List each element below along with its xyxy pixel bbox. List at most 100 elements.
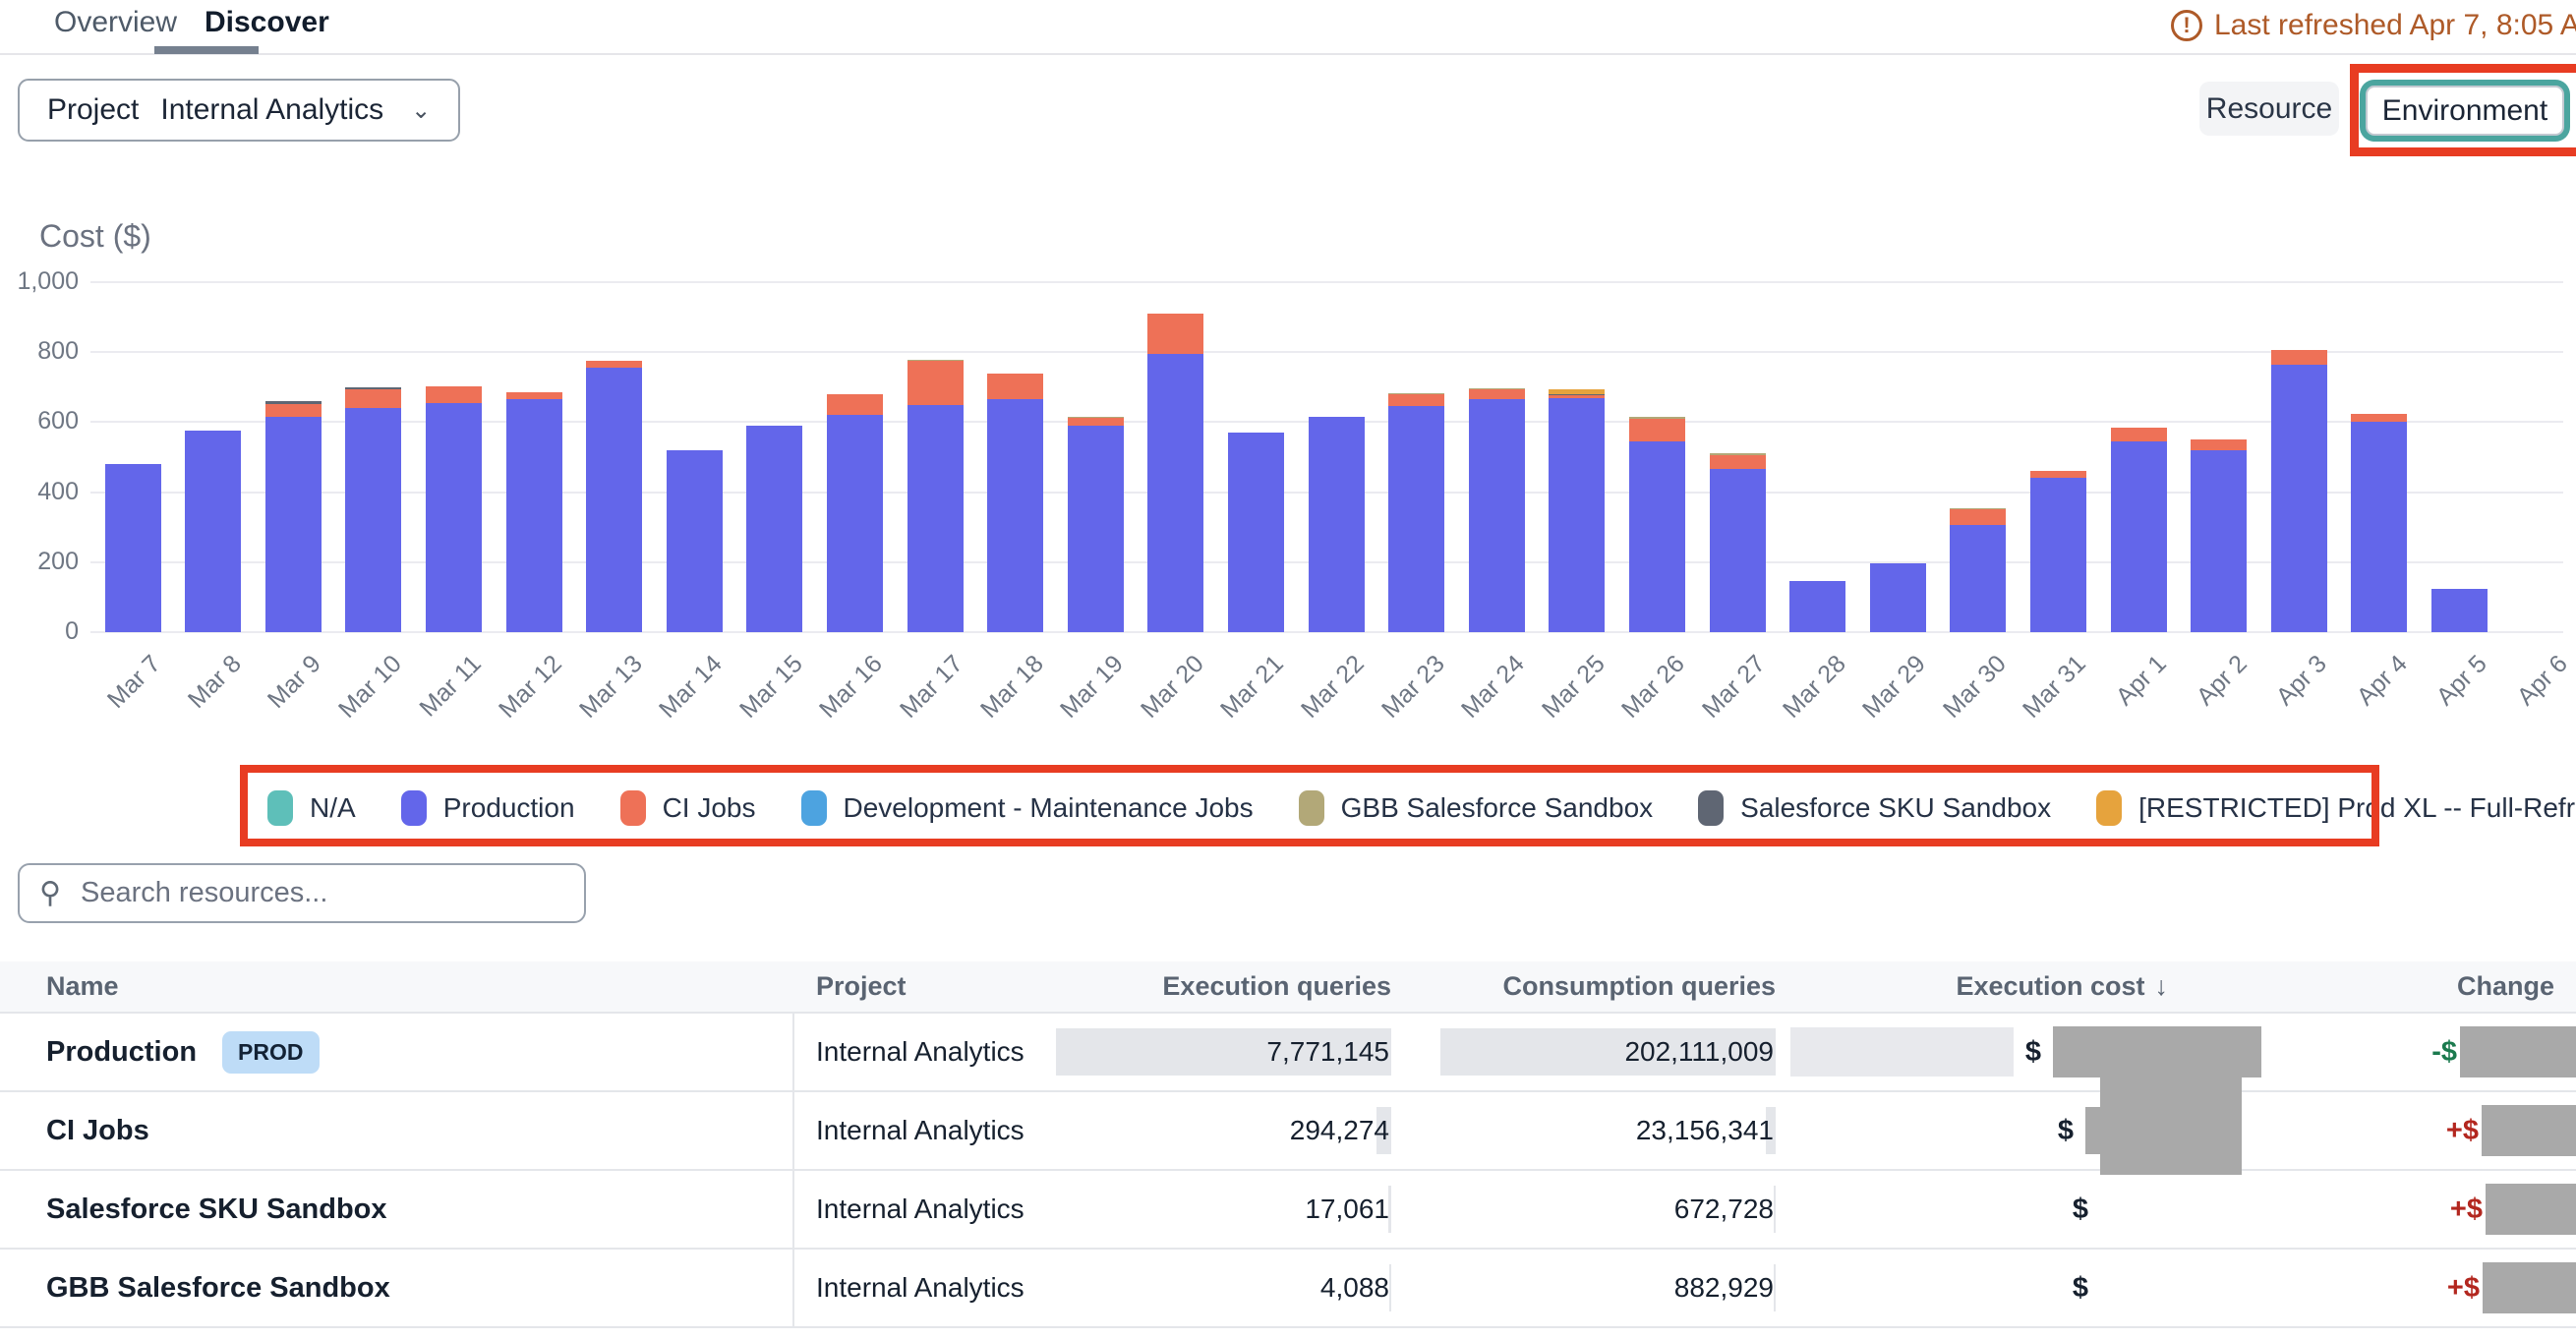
- legend-swatch: [267, 790, 293, 826]
- search-input[interactable]: [81, 877, 564, 909]
- bar-mar-14[interactable]: [667, 450, 723, 632]
- legend-item[interactable]: [RESTRICTED] Prod XL -- Full-Refresh job…: [2096, 790, 2576, 826]
- header-change[interactable]: Change: [2261, 961, 2576, 1012]
- header-execution-queries[interactable]: Execution queries: [1025, 961, 1391, 1012]
- resource-project: Internal Analytics: [816, 1115, 1025, 1146]
- bar-apr-5[interactable]: [2431, 589, 2488, 633]
- legend-item[interactable]: Production: [401, 790, 575, 826]
- table-row[interactable]: GBB Salesforce SandboxInternal Analytics…: [0, 1250, 2576, 1328]
- bar-segment: [1469, 389, 1525, 399]
- legend-item[interactable]: Salesforce SKU Sandbox: [1698, 790, 2051, 826]
- bar-mar-10[interactable]: [345, 387, 401, 632]
- legend-item[interactable]: CI Jobs: [620, 790, 756, 826]
- magnitude-bar: [1790, 1027, 2014, 1077]
- legend-swatch: [401, 790, 427, 826]
- x-axis-tick: Mar 10: [333, 650, 408, 725]
- table-body: ProductionPRODInternal Analytics7,771,14…: [0, 1014, 2576, 1328]
- bar-mar-21[interactable]: [1228, 433, 1284, 632]
- execution-cost-currency: $: [2073, 1193, 2088, 1226]
- bar-mar-31[interactable]: [2030, 471, 2086, 632]
- legend-swatch: [620, 790, 646, 826]
- bar-mar-15[interactable]: [746, 426, 802, 632]
- bar-mar-7[interactable]: [105, 464, 161, 632]
- bar-mar-30[interactable]: [1950, 508, 2006, 632]
- header-consumption-queries[interactable]: Consumption queries: [1391, 961, 1776, 1012]
- search-box: ⚲: [18, 863, 586, 923]
- chart-title: Cost ($): [39, 218, 151, 255]
- last-refreshed-status: ! Last refreshed Apr 7, 8:05 AM PDT: [2171, 6, 2576, 45]
- chart-legend: N/A Production CI Jobs Development - Mainte…: [267, 784, 2576, 833]
- resource-name: Production: [46, 1036, 197, 1069]
- bar-mar-26[interactable]: [1629, 417, 1685, 632]
- bar-mar-9[interactable]: [265, 401, 322, 632]
- bar-mar-17[interactable]: [907, 360, 964, 632]
- bar-segment: [345, 389, 401, 409]
- resource-project: Internal Analytics: [816, 1272, 1025, 1304]
- gridline: [90, 281, 2563, 283]
- x-axis-tick: Mar 18: [975, 650, 1050, 725]
- x-axis-tick: Mar 13: [574, 650, 649, 725]
- bar-mar-19[interactable]: [1068, 417, 1124, 632]
- x-axis-tick: Mar 20: [1136, 650, 1210, 725]
- x-axis-tick: Apr 4: [2352, 650, 2414, 712]
- table-row[interactable]: Salesforce SKU SandboxInternal Analytics…: [0, 1171, 2576, 1250]
- tab-discover[interactable]: Discover: [205, 6, 329, 39]
- bar-mar-28[interactable]: [1789, 581, 1845, 632]
- bar-mar-13[interactable]: [586, 361, 642, 632]
- bar-apr-1[interactable]: [2111, 428, 2167, 632]
- bar-mar-22[interactable]: [1309, 417, 1365, 632]
- resource-project: Internal Analytics: [816, 1036, 1025, 1068]
- y-axis-tick: 800: [0, 337, 79, 366]
- legend-swatch: [1698, 790, 1724, 826]
- bar-mar-20[interactable]: [1147, 314, 1203, 632]
- legend-item[interactable]: GBB Salesforce Sandbox: [1299, 790, 1654, 826]
- bar-mar-29[interactable]: [1870, 563, 1926, 632]
- bar-segment: [987, 374, 1043, 400]
- bar-segment: [1710, 455, 1766, 469]
- legend-label: [RESTRICTED] Prod XL -- Full-Refresh job…: [2138, 792, 2576, 824]
- bar-mar-27[interactable]: [1710, 453, 1766, 632]
- bar-segment: [506, 399, 562, 632]
- bar-mar-11[interactable]: [426, 386, 482, 632]
- bar-segment: [2191, 450, 2247, 632]
- change-prefix: +$: [2446, 1115, 2479, 1147]
- toggle-environment-button[interactable]: Environment: [2366, 86, 2564, 136]
- bar-mar-12[interactable]: [506, 392, 562, 632]
- bar-mar-24[interactable]: [1469, 388, 1525, 632]
- bar-segment: [746, 426, 802, 632]
- change-prefix: +$: [2450, 1193, 2483, 1226]
- execution-cost-currency: $: [2025, 1036, 2041, 1069]
- bar-segment: [426, 403, 482, 632]
- bar-segment: [1068, 426, 1124, 632]
- bar-mar-8[interactable]: [185, 431, 241, 632]
- bar-apr-2[interactable]: [2191, 439, 2247, 632]
- legend-label: CI Jobs: [663, 792, 756, 824]
- x-axis-tick: Mar 14: [654, 650, 729, 725]
- search-icon: ⚲: [39, 876, 61, 910]
- bar-mar-16[interactable]: [827, 394, 883, 632]
- header-execution-cost[interactable]: Execution cost ↓: [1776, 961, 2261, 1012]
- bar-apr-4[interactable]: [2351, 414, 2407, 632]
- bar-apr-3[interactable]: [2271, 350, 2327, 632]
- bar-segment: [1388, 394, 1444, 406]
- execution-queries-value: 17,061: [1305, 1193, 1391, 1225]
- bar-mar-25[interactable]: [1549, 389, 1605, 632]
- header-name[interactable]: Name: [0, 961, 794, 1012]
- y-axis-tick: 1,000: [0, 267, 79, 296]
- x-axis-tick: Mar 17: [895, 650, 969, 725]
- legend-item[interactable]: N/A: [267, 790, 356, 826]
- redaction-spacer: [2100, 1184, 2242, 1235]
- legend-swatch: [801, 790, 827, 826]
- tab-overview[interactable]: Overview: [54, 6, 177, 39]
- bar-segment: [2271, 365, 2327, 632]
- bar-segment: [907, 361, 964, 405]
- project-filter-dropdown[interactable]: Project Internal Analytics ⌄: [18, 79, 460, 142]
- bar-mar-23[interactable]: [1388, 393, 1444, 632]
- legend-item[interactable]: Development - Maintenance Jobs: [801, 790, 1254, 826]
- header-project[interactable]: Project: [794, 961, 1025, 1012]
- x-axis-tick: Mar 21: [1215, 650, 1290, 725]
- header-execution-cost-label: Execution cost: [1956, 971, 2144, 1002]
- bar-mar-18[interactable]: [987, 374, 1043, 632]
- redaction-spacer: [2100, 1262, 2242, 1313]
- toggle-resource-button[interactable]: Resource: [2199, 82, 2339, 136]
